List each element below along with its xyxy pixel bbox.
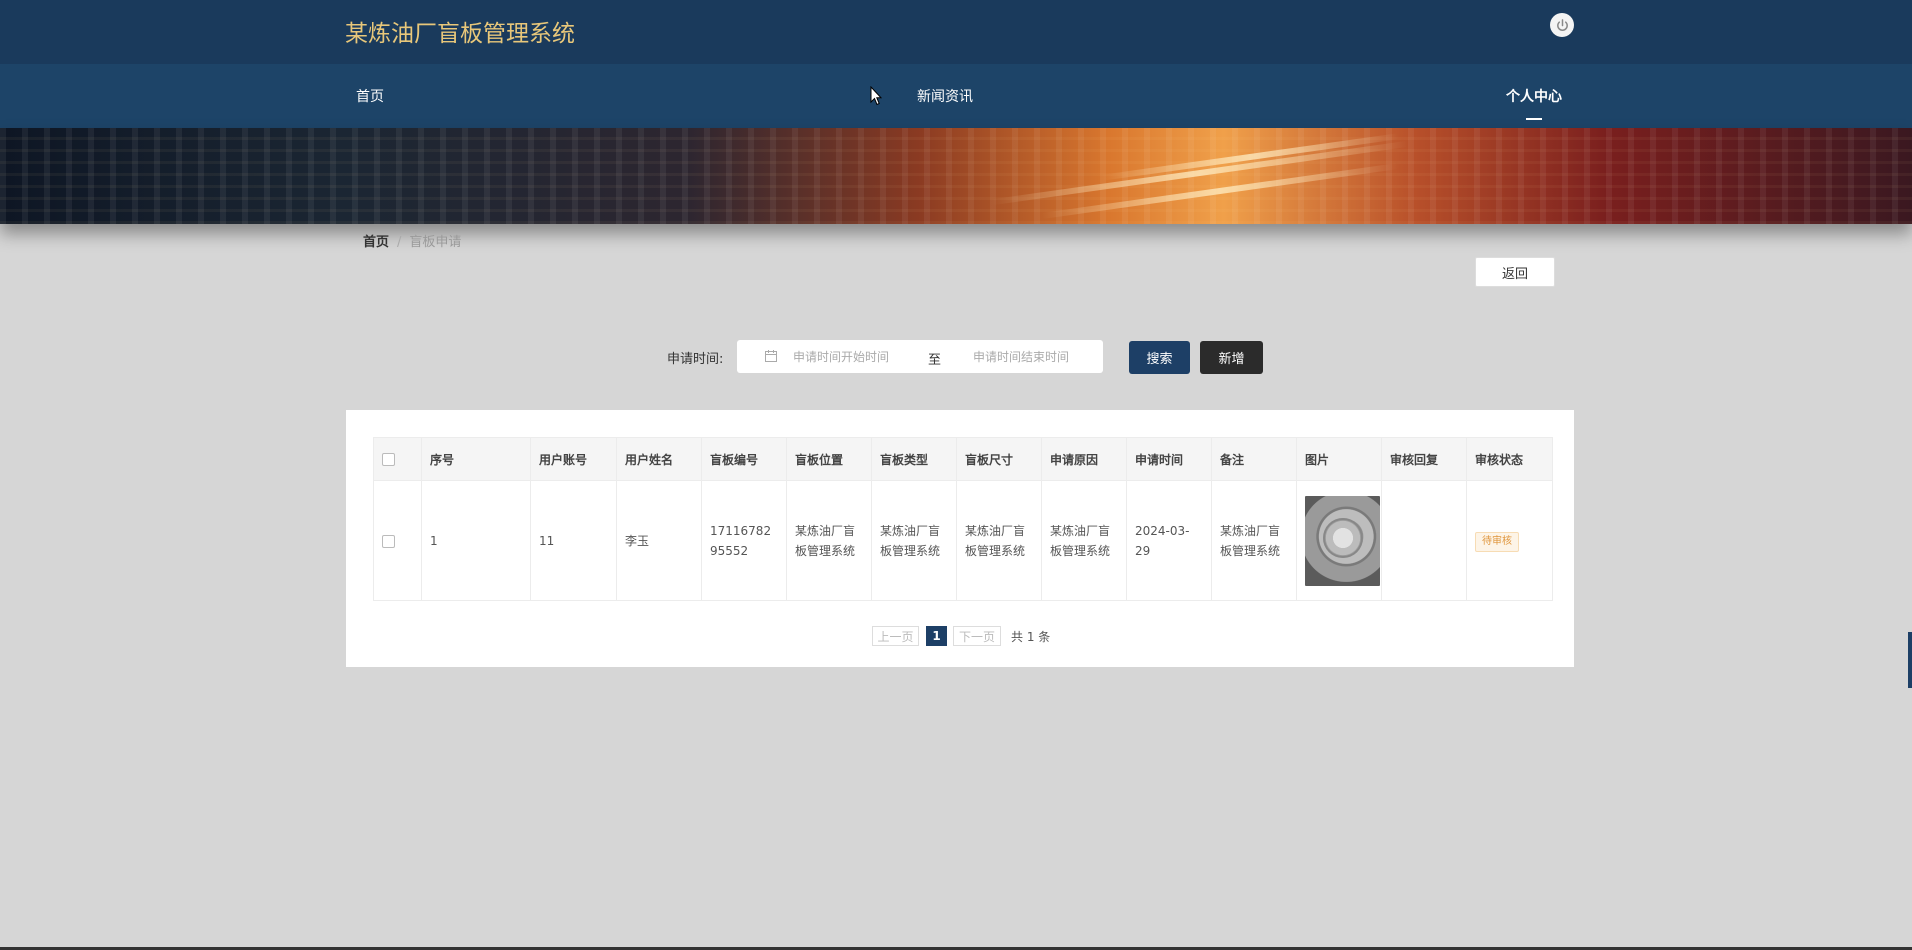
calendar-icon: [765, 350, 777, 362]
table-row: 1 11 李玉 1711678295552 某炼油厂盲板管理系统 某炼油厂盲板管…: [373, 480, 1553, 601]
apply-time-end-input[interactable]: [973, 340, 1098, 373]
breadcrumb-home[interactable]: 首页: [363, 235, 389, 250]
cell-remark: 某炼油厂盲板管理系统: [1211, 480, 1297, 601]
top-header: 某炼油厂盲板管理系统: [0, 0, 1912, 64]
table-panel: 序号 用户账号 用户姓名 盲板编号 盲板位置 盲板类型 盲板尺寸 申请原因 申请…: [346, 410, 1574, 667]
pagination: 上一页 1 下一页 共 1 条: [346, 626, 1574, 648]
add-button[interactable]: 新增: [1200, 341, 1263, 374]
apply-time-start-input[interactable]: [793, 340, 923, 373]
column-header: 用户姓名: [616, 437, 702, 481]
banner-image: [0, 128, 1912, 224]
main-nav: 首页 新闻资讯 个人中心: [0, 64, 1912, 128]
prev-page-button[interactable]: 上一页: [872, 626, 919, 646]
row-select-cell: [373, 480, 422, 601]
breadcrumb-separator: /: [397, 235, 402, 250]
column-header: 序号: [421, 437, 531, 481]
next-page-button[interactable]: 下一页: [953, 626, 1001, 646]
page-number-button[interactable]: 1: [926, 626, 947, 646]
nav-item-personal-center[interactable]: 个人中心: [1506, 86, 1562, 120]
column-header: 盲板尺寸: [956, 437, 1042, 481]
apply-time-range-picker: 至: [737, 340, 1103, 373]
column-header: 盲板类型: [871, 437, 957, 481]
banner-city-lights: [0, 128, 1912, 224]
cell-reply: [1381, 480, 1467, 601]
column-header: 用户账号: [530, 437, 617, 481]
column-header: 审核状态: [1466, 437, 1553, 481]
cell-code: 1711678295552: [701, 480, 787, 601]
cell-image: [1296, 480, 1382, 601]
table-header-row: 序号 用户账号 用户姓名 盲板编号 盲板位置 盲板类型 盲板尺寸 申请原因 申请…: [373, 437, 1553, 481]
blind-plate-application-table: 序号 用户账号 用户姓名 盲板编号 盲板位置 盲板类型 盲板尺寸 申请原因 申请…: [373, 437, 1553, 601]
column-header: 审核回复: [1381, 437, 1467, 481]
cell-status: 待审核: [1466, 480, 1553, 601]
breadcrumb: 首页 / 盲板申请: [363, 231, 461, 250]
date-range-separator: 至: [928, 353, 942, 368]
cell-account: 11: [530, 480, 617, 601]
column-header: 盲板位置: [786, 437, 872, 481]
cell-type: 某炼油厂盲板管理系统: [871, 480, 957, 601]
back-button[interactable]: 返回: [1475, 257, 1555, 287]
total-count: 共 1 条: [1011, 629, 1051, 644]
select-all-checkbox[interactable]: [382, 453, 395, 466]
column-header: 备注: [1211, 437, 1297, 481]
column-header: 图片: [1296, 437, 1382, 481]
status-badge: 待审核: [1475, 531, 1519, 552]
column-header: 盲板编号: [701, 437, 787, 481]
cell-reason: 某炼油厂盲板管理系统: [1041, 480, 1127, 601]
cell-index: 1: [421, 480, 531, 601]
breadcrumb-current: 盲板申请: [409, 235, 462, 250]
apply-time-label: 申请时间:: [667, 352, 724, 367]
nav-item-news[interactable]: 新闻资讯: [917, 86, 973, 106]
app-title: 某炼油厂盲板管理系统: [345, 21, 575, 47]
mouse-cursor-icon: [870, 86, 882, 106]
power-icon[interactable]: [1550, 13, 1574, 37]
cell-name: 李玉: [616, 480, 702, 601]
blind-flange-thumbnail[interactable]: [1305, 495, 1380, 586]
cell-size: 某炼油厂盲板管理系统: [956, 480, 1042, 601]
power-icon-glyph: [1556, 18, 1568, 31]
column-header: 申请时间: [1126, 437, 1212, 481]
search-button[interactable]: 搜索: [1129, 341, 1190, 374]
column-header: 申请原因: [1041, 437, 1127, 481]
nav-item-home[interactable]: 首页: [356, 86, 384, 106]
row-checkbox[interactable]: [382, 534, 395, 548]
cell-location: 某炼油厂盲板管理系统: [786, 480, 872, 601]
side-scroll-tab[interactable]: [1908, 632, 1912, 688]
cell-time: 2024-03-29: [1126, 480, 1212, 601]
select-all-cell: [373, 437, 422, 481]
